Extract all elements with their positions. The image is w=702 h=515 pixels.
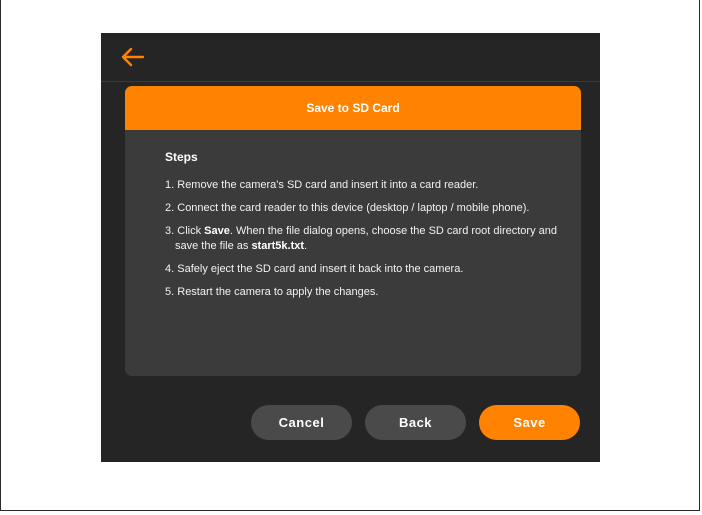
step-item: 5. Restart the camera to apply the chang…: [165, 286, 379, 298]
top-bar: [101, 33, 600, 82]
dialog-header: Save to SD Card: [125, 86, 581, 130]
step-item: 4. Safely eject the SD card and insert i…: [165, 263, 464, 275]
steps-list: 1. Remove the camera's SD card and inser…: [165, 178, 561, 300]
steps-heading: Steps: [165, 150, 198, 164]
save-button[interactable]: Save: [479, 405, 580, 440]
dialog-body: Steps 1. Remove the camera's SD card and…: [125, 130, 581, 300]
app-screen: Save to SD Card Steps 1. Remove the came…: [101, 33, 600, 462]
arrow-left-icon[interactable]: [121, 47, 145, 67]
dialog-title: Save to SD Card: [306, 101, 400, 115]
save-sd-dialog: Save to SD Card Steps 1. Remove the came…: [125, 86, 581, 376]
step-item: 1. Remove the camera's SD card and inser…: [165, 179, 479, 191]
step-item: 2. Connect the card reader to this devic…: [165, 202, 530, 214]
back-button[interactable]: Back: [365, 405, 466, 440]
action-buttons: Cancel Back Save: [251, 405, 580, 440]
step-item: 3. Click Save. When the file dialog open…: [165, 225, 557, 252]
cancel-button[interactable]: Cancel: [251, 405, 352, 440]
